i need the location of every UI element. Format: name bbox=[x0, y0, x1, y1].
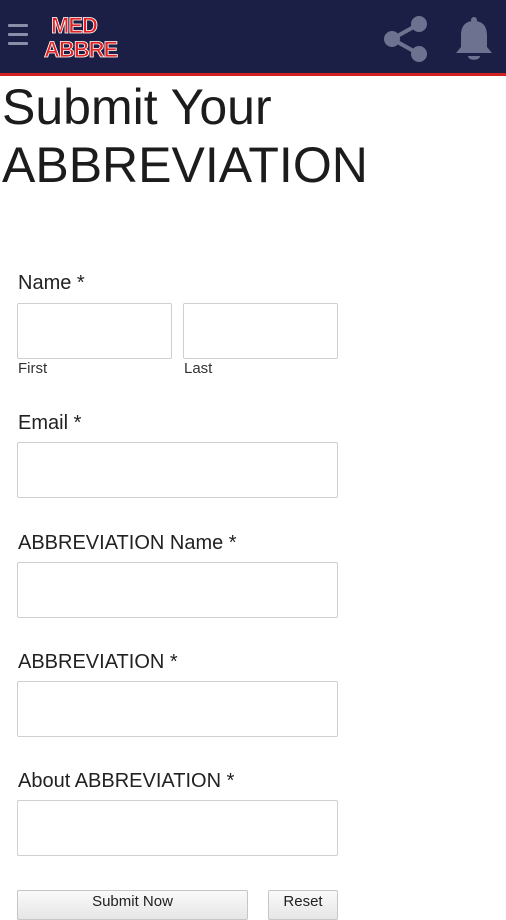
submit-button[interactable]: Submit Now bbox=[17, 890, 248, 920]
menu-button[interactable] bbox=[8, 24, 32, 52]
page-title-line-1: Submit Your bbox=[2, 79, 272, 135]
about-abbreviation-input[interactable] bbox=[17, 800, 338, 856]
app-logo: MED ABBRE bbox=[44, 13, 119, 68]
first-name-input[interactable] bbox=[17, 303, 172, 359]
abbreviation-name-input[interactable] bbox=[17, 562, 338, 618]
about-abbreviation-label: About ABBREVIATION * bbox=[18, 770, 235, 792]
share-icon bbox=[384, 16, 427, 62]
reset-button[interactable]: Reset bbox=[268, 890, 338, 920]
app-bar: MED ABBRE bbox=[0, 0, 506, 76]
bell-icon bbox=[456, 17, 492, 60]
abbreviation-label: ABBREVIATION * bbox=[18, 651, 178, 673]
email-input[interactable] bbox=[17, 442, 338, 498]
share-button[interactable] bbox=[382, 14, 430, 64]
page-title: Submit Your ABBREVIATION bbox=[2, 78, 502, 194]
name-label: Name * bbox=[18, 272, 85, 294]
last-name-input[interactable] bbox=[183, 303, 338, 359]
last-name-sublabel: Last bbox=[184, 360, 213, 377]
page-title-line-2: ABBREVIATION bbox=[2, 137, 368, 193]
hamburger-menu-icon bbox=[8, 24, 28, 27]
logo-line-1: MED bbox=[51, 13, 99, 38]
email-label: Email * bbox=[18, 412, 82, 434]
abbreviation-name-label: ABBREVIATION Name * bbox=[18, 532, 237, 554]
notification-button[interactable] bbox=[452, 14, 496, 64]
logo-line-2: ABBRE bbox=[44, 37, 119, 62]
abbreviation-input[interactable] bbox=[17, 681, 338, 737]
first-name-sublabel: First bbox=[18, 360, 48, 377]
